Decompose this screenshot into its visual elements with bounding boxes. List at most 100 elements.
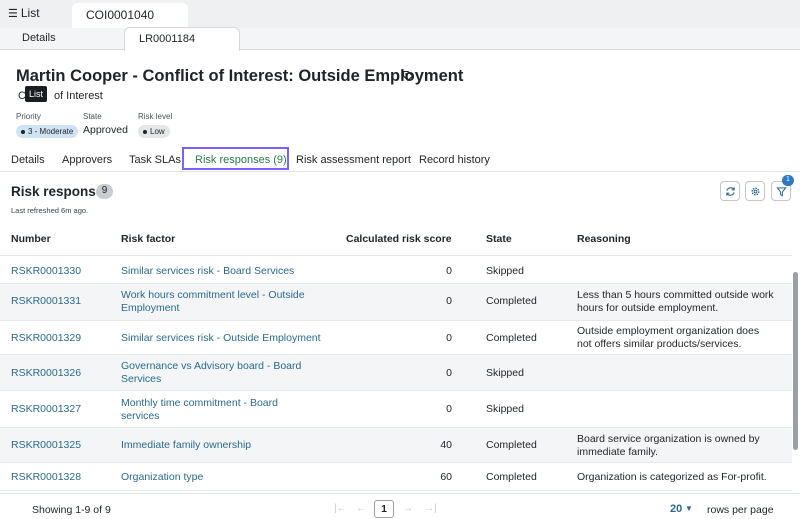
column-header-risk-factor[interactable]: Risk factor — [121, 233, 175, 245]
settings-button[interactable] — [745, 181, 765, 201]
reasoning-line: Less than 5 hours committed outside work — [577, 289, 774, 301]
record-tab-coi[interactable]: COI0001040 — [72, 3, 188, 28]
current-page-button[interactable]: 1 — [374, 500, 394, 518]
row-score: 0 — [446, 367, 452, 379]
table-row: RSKR0001327 Monthly time commitment - Bo… — [0, 391, 792, 428]
reasoning-line: not offers similar products/services. — [577, 337, 742, 350]
showing-count: Showing 1-9 of 9 — [32, 504, 111, 516]
rows-per-page-select[interactable]: 20 — [670, 503, 682, 515]
refresh-button[interactable] — [720, 181, 740, 201]
table-footer: Showing 1-9 of 9 |← ← 1 → →| 20 ▼ rows p… — [0, 493, 800, 519]
row-state: Skipped — [486, 403, 524, 415]
row-score: 0 — [446, 265, 452, 277]
row-state: Completed — [486, 295, 537, 307]
row-reasoning: Board service organization is owned by im… — [577, 433, 777, 458]
priority-value: 3 - Moderate — [28, 127, 74, 136]
caret-down-icon[interactable]: ▼ — [685, 504, 693, 513]
row-risk-factor-link[interactable]: Similar services risk - Outside Employme… — [121, 332, 321, 345]
reasoning-line: hours for outside employment. — [577, 301, 719, 314]
row-number-link[interactable]: RSKR0001328 — [11, 471, 81, 484]
row-number-link[interactable]: RSKR0001327 — [11, 403, 81, 416]
row-state: Completed — [486, 332, 537, 344]
first-page-icon[interactable]: |← — [334, 503, 347, 514]
risk-level-label: Risk level — [138, 112, 173, 121]
priority-label: Priority — [16, 112, 41, 121]
dot-icon — [21, 129, 25, 134]
tag-icon[interactable] — [402, 70, 414, 82]
subtitle-suffix: of Interest — [53, 90, 103, 102]
row-number-link[interactable]: RSKR0001331 — [11, 295, 81, 308]
risk-factor-line: Work hours commitment level - Outside — [121, 289, 305, 301]
top-tab-bar: ☰ List COI0001040 — [0, 0, 800, 28]
row-state: Completed — [486, 471, 537, 483]
row-state: Skipped — [486, 367, 524, 379]
table-row: RSKR0001330 Similar services risk - Boar… — [0, 257, 792, 284]
row-number-link[interactable]: RSKR0001330 — [11, 265, 81, 278]
list-tooltip: List — [25, 86, 48, 102]
last-page-icon[interactable]: →| — [424, 503, 437, 514]
row-risk-factor-link[interactable]: Work hours commitment level - Outside Emp… — [121, 289, 321, 314]
reasoning-line: Outside employment organization does — [577, 325, 760, 337]
row-risk-factor-link[interactable]: Governance vs Advisory board - Board Serv… — [121, 360, 321, 385]
risk-factor-line: services — [121, 409, 160, 422]
sub-tab-bar: Details LR0001184 — [0, 27, 800, 51]
tab-risk-responses[interactable]: Risk responses (9) — [182, 147, 289, 170]
table-row: RSKR0001328 Organization type 60 Complet… — [0, 463, 792, 491]
table-row: RSKR0001331 Work hours commitment level … — [0, 284, 792, 321]
row-risk-factor-link[interactable]: Organization type — [121, 471, 321, 484]
risk-factor-line: Organization type — [121, 471, 204, 483]
column-header-state[interactable]: State — [486, 233, 512, 245]
refresh-icon — [725, 186, 735, 196]
row-state: Skipped — [486, 265, 524, 277]
reasoning-line: Organization is categorized as For-profi… — [577, 471, 767, 483]
row-reasoning: Outside employment organization does not … — [577, 325, 777, 350]
rows-per-page-label: rows per page — [707, 504, 774, 516]
risk-factor-line: Monthly time commitment - Board — [121, 397, 278, 409]
risk-factor-line: Employment — [121, 301, 180, 314]
list-label: List — [20, 6, 40, 20]
column-header-risk-score[interactable]: Calculated risk score — [346, 233, 452, 245]
row-score: 0 — [446, 295, 452, 307]
table-row: RSKR0001329 Similar services risk - Outs… — [0, 321, 792, 355]
table-row: RSKR0001325 Immediate family ownership 4… — [0, 428, 792, 463]
row-risk-factor-link[interactable]: Similar services risk - Board Services — [121, 265, 321, 278]
priority-badge: 3 - Moderate — [16, 125, 79, 138]
risk-factor-line: Similar services risk - Board Services — [121, 265, 295, 277]
tab-risk-assessment-report[interactable]: Risk assessment report — [296, 154, 411, 166]
table-row: RSKR0001326 Governance vs Advisory board… — [0, 355, 792, 391]
tab-record-history[interactable]: Record history — [419, 154, 490, 166]
state-field: State Approved — [83, 112, 128, 136]
row-number-link[interactable]: RSKR0001325 — [11, 439, 81, 452]
tab-approvers[interactable]: Approvers — [62, 154, 112, 166]
risk-level-badge: Low — [138, 125, 170, 138]
tab-lr-record[interactable]: LR0001184 — [124, 27, 240, 51]
page-title: Martin Cooper - Conflict of Interest: Ou… — [16, 67, 464, 85]
list-button[interactable]: ☰ List — [8, 6, 40, 20]
row-reasoning: Organization is categorized as For-profi… — [577, 471, 777, 484]
gear-icon — [750, 186, 760, 196]
row-reasoning: Less than 5 hours committed outside work… — [577, 289, 777, 314]
row-risk-factor-link[interactable]: Monthly time commitment - Board services — [121, 397, 321, 422]
prev-page-icon[interactable]: ← — [356, 503, 366, 514]
row-risk-factor-link[interactable]: Immediate family ownership — [121, 439, 321, 452]
risk-factor-line: Services — [121, 372, 162, 385]
dot-icon — [143, 129, 147, 134]
count-badge: 9 — [96, 184, 113, 199]
tab-details[interactable]: Details — [22, 32, 56, 44]
row-number-link[interactable]: RSKR0001329 — [11, 332, 81, 345]
state-label: State — [83, 112, 102, 121]
tab-task-slas[interactable]: Task SLAs — [129, 154, 181, 166]
filter-count-badge: 1 — [782, 175, 794, 186]
risk-level-value: Low — [150, 127, 165, 136]
column-header-number[interactable]: Number — [11, 233, 51, 245]
risk-factor-line: Similar services risk - Outside Employme… — [121, 332, 321, 344]
row-state: Completed — [486, 439, 537, 451]
next-page-icon[interactable]: → — [403, 503, 413, 514]
tab-details[interactable]: Details — [11, 154, 45, 166]
row-score: 40 — [440, 439, 452, 451]
column-header-reasoning[interactable]: Reasoning — [577, 233, 631, 245]
priority-field: Priority 3 - Moderate — [16, 112, 79, 139]
table-scrollbar[interactable] — [793, 272, 798, 450]
row-score: 0 — [446, 403, 452, 415]
row-number-link[interactable]: RSKR0001326 — [11, 367, 81, 380]
